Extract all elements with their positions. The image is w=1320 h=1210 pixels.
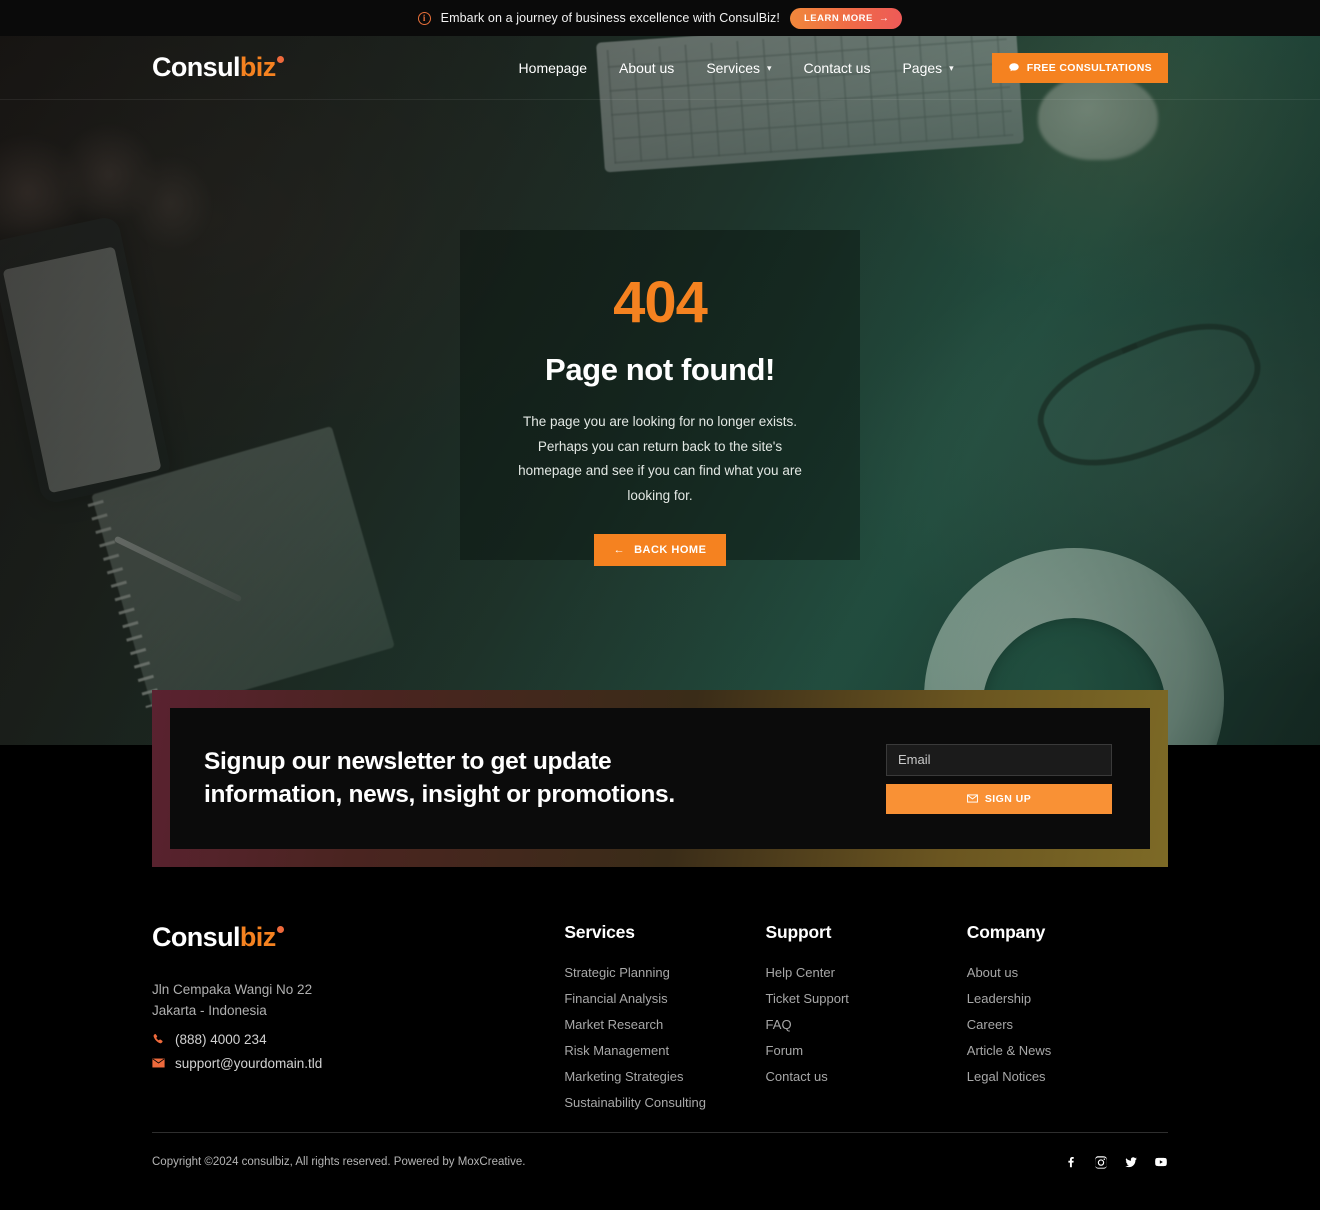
arrow-left-icon: ← [613, 544, 626, 557]
footer-link[interactable]: Ticket Support [766, 991, 967, 1006]
not-found-panel: 404 Page not found! The page you are loo… [460, 230, 860, 567]
chevron-down-icon: ▾ [949, 63, 954, 73]
free-consultations-button[interactable]: FREE CONSULTATIONS [991, 52, 1168, 83]
footer-link[interactable]: Legal Notices [967, 1069, 1168, 1084]
newsletter-inner: Signup our newsletter to get update info… [170, 708, 1150, 849]
nav-item-pages[interactable]: Pages ▾ [886, 60, 969, 76]
footer-column-title: Support [765, 922, 832, 942]
newsletter-heading-line2: information, news, insight or promotions… [204, 780, 675, 808]
footer-link[interactable]: Strategic Planning [564, 965, 765, 980]
chevron-down-icon: ▾ [767, 63, 772, 73]
newsletter-heading: Signup our newsletter to get update info… [204, 746, 886, 811]
address-line-1: Jln Cempaka Wangi No 22 [152, 982, 313, 997]
phone-icon [152, 1033, 166, 1046]
youtube-icon[interactable] [1154, 1155, 1168, 1169]
footer-logo-part-two: biz [239, 922, 276, 952]
footer-link[interactable]: Leadership [967, 991, 1168, 1006]
footer-column-title: Services [564, 922, 635, 942]
nav-label: About us [619, 59, 675, 76]
address-line-2: Jakarta - Indonesia [152, 1003, 267, 1019]
newsletter-form: SIGN UP [886, 743, 1112, 814]
nav-item-contact-us[interactable]: Contact us [788, 60, 887, 76]
envelope-icon [966, 794, 978, 803]
nav-item-homepage[interactable]: Homepage [503, 60, 604, 76]
footer-column-support: Support Help Center Ticket Support FAQ F… [766, 922, 967, 1121]
main-navigation: Homepage About us Services ▾ Contact us P… [503, 52, 1320, 83]
footer-link[interactable]: Article & News [967, 1043, 1168, 1058]
logo-part-two: biz [239, 52, 276, 82]
page-title: Page not found! [545, 352, 775, 387]
page-root: i Embark on a journey of business excell… [0, 0, 1320, 1210]
footer-link[interactable]: Contact us [766, 1069, 967, 1084]
logo-part-one: Consul [152, 52, 241, 82]
email-address: support@yourdomain.tld [175, 1055, 323, 1071]
logo-dot-icon [276, 56, 284, 63]
site-footer: Consulbiz Jln Cempaka Wangi No 22 Jakart… [0, 867, 1320, 1210]
announcement-text: Embark on a journey of business excellen… [440, 11, 780, 25]
footer-link[interactable]: Risk Management [564, 1043, 765, 1058]
copyright-text: Copyright ©2024 consulbiz, All rights re… [152, 1156, 526, 1168]
footer-link[interactable]: Market Research [564, 1017, 765, 1032]
footer-link[interactable]: FAQ [766, 1017, 967, 1032]
footer-brand-column: Consulbiz Jln Cempaka Wangi No 22 Jakart… [152, 922, 564, 1121]
learn-more-label: LEARN MORE [803, 12, 873, 24]
footer-column-company: Company About us Leadership Careers Arti… [967, 922, 1168, 1121]
footer-logo-part-one: Consul [152, 922, 241, 952]
footer-link[interactable]: Marketing Strategies [564, 1069, 765, 1084]
footer-links-support: Help Center Ticket Support FAQ Forum Con… [766, 965, 967, 1084]
footer-link[interactable]: About us [967, 965, 1168, 980]
free-consultations-label: FREE CONSULTATIONS [1026, 61, 1152, 74]
nav-label: Services [706, 59, 760, 76]
arrow-right-icon: → [878, 12, 890, 24]
footer-contact: (888) 4000 234 support@yourdomain.tld [152, 1032, 564, 1071]
footer-link[interactable]: Forum [766, 1043, 967, 1058]
footer-links-company: About us Leadership Careers Article & Ne… [967, 965, 1168, 1084]
site-logo[interactable]: Consulbiz [152, 52, 284, 83]
facebook-icon[interactable] [1064, 1155, 1078, 1169]
footer-column-services: Services Strategic Planning Financial An… [564, 922, 765, 1121]
error-description: The page you are looking for no longer e… [518, 414, 802, 503]
footer-address: Jln Cempaka Wangi No 22 Jakarta - Indone… [152, 979, 564, 1022]
learn-more-button[interactable]: LEARN MORE → [789, 7, 903, 29]
phone-number: (888) 4000 234 [175, 1031, 267, 1047]
error-code: 404 [613, 270, 708, 335]
nav-item-about-us[interactable]: About us [603, 60, 690, 76]
footer-columns: Consulbiz Jln Cempaka Wangi No 22 Jakart… [0, 867, 1320, 1121]
back-home-button[interactable]: ← BACK HOME [593, 534, 727, 567]
footer-logo[interactable]: Consulbiz [152, 922, 564, 953]
twitter-icon[interactable] [1124, 1155, 1138, 1169]
footer-bottom-bar: Copyright ©2024 consulbiz, All rights re… [152, 1155, 1168, 1169]
instagram-icon[interactable] [1094, 1155, 1108, 1169]
sign-up-label: SIGN UP [984, 792, 1032, 805]
email-input[interactable] [886, 743, 1112, 776]
back-home-label: BACK HOME [634, 544, 707, 557]
nav-item-services[interactable]: Services ▾ [690, 60, 787, 76]
footer-link[interactable]: Sustainability Consulting [564, 1095, 765, 1110]
nav-label: Homepage [518, 59, 588, 76]
footer-divider [152, 1132, 1168, 1133]
footer-link[interactable]: Financial Analysis [564, 991, 765, 1006]
newsletter-section: Signup our newsletter to get update info… [152, 690, 1168, 867]
phone-row[interactable]: (888) 4000 234 [152, 1032, 564, 1047]
footer-link[interactable]: Careers [967, 1017, 1168, 1032]
footer-links-services: Strategic Planning Financial Analysis Ma… [564, 965, 765, 1110]
newsletter-heading-line1: Signup our newsletter to get update [204, 747, 612, 775]
sign-up-button[interactable]: SIGN UP [886, 783, 1112, 814]
footer-column-title: Company [966, 922, 1046, 942]
info-circle-icon: i [417, 11, 431, 25]
announcement-bar: i Embark on a journey of business excell… [0, 0, 1320, 36]
nav-label: Contact us [803, 59, 871, 76]
footer-link[interactable]: Help Center [766, 965, 967, 980]
email-icon [152, 1058, 166, 1068]
nav-label: Pages [902, 59, 943, 76]
site-header: Consulbiz Homepage About us Services ▾ Co… [0, 36, 1320, 100]
footer-logo-dot-icon [276, 926, 284, 933]
chat-bubble-icon [1008, 62, 1019, 71]
social-links [1064, 1155, 1168, 1169]
email-row[interactable]: support@yourdomain.tld [152, 1056, 564, 1071]
